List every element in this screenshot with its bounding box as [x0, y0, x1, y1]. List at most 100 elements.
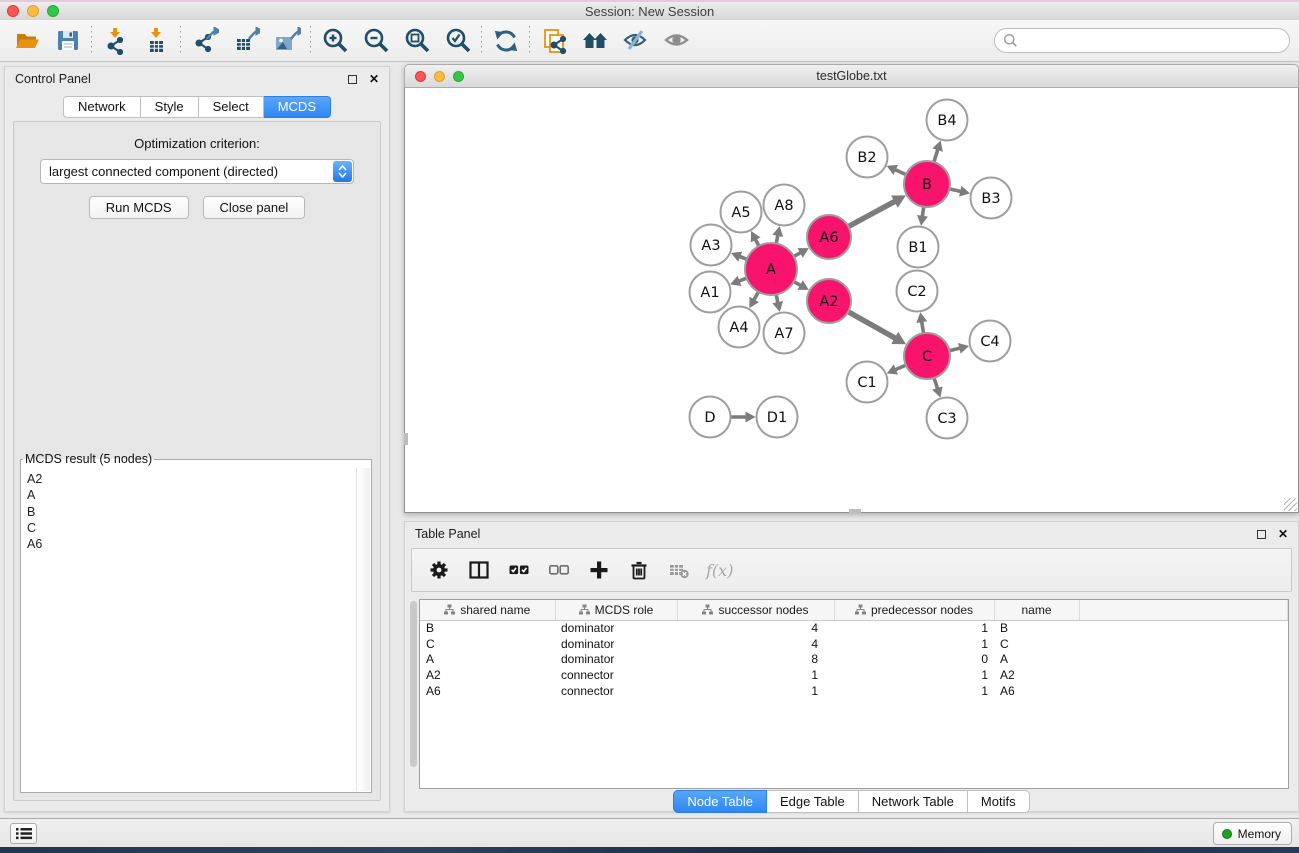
graph-node-C2[interactable]: C2 — [897, 271, 938, 312]
canvas-hscroll-nub[interactable] — [849, 509, 861, 513]
mcds-result-item[interactable]: C — [27, 520, 356, 536]
gear-button[interactable] — [426, 557, 452, 583]
close-panel-button[interactable]: Close panel — [203, 196, 306, 219]
graph-edge-C-C2[interactable] — [916, 312, 927, 335]
table-row[interactable]: A2connector11A2 — [420, 667, 1288, 683]
result-scrollbar[interactable] — [356, 468, 370, 791]
graph-node-A[interactable]: A — [745, 243, 797, 295]
graph-node-C1[interactable]: C1 — [847, 362, 888, 403]
table-scrollbar[interactable] — [409, 599, 418, 791]
hide-panels-button[interactable] — [615, 23, 656, 59]
export-image-button[interactable] — [266, 23, 307, 59]
criterion-select[interactable]: largest connected component (directed) — [40, 159, 354, 184]
table-row[interactable]: Cdominator41C — [420, 636, 1288, 652]
graph-node-A7[interactable]: A7 — [764, 313, 805, 354]
float-table-panel-icon[interactable] — [1257, 530, 1266, 539]
open-file-button[interactable] — [6, 23, 47, 59]
refresh-view-button[interactable] — [485, 23, 526, 59]
graph-node-C[interactable]: C — [904, 333, 950, 379]
show-eye-button[interactable] — [656, 23, 697, 59]
network-graph[interactable]: B4 B2 B B3 A5A8A6 A3 A B1 A1 C2 A2 A4A7 C C4 C1 C3 D D1 — [405, 88, 1298, 511]
add-column-button[interactable] — [586, 557, 612, 583]
graph-node-D[interactable]: D — [690, 397, 731, 438]
graph-node-A5[interactable]: A5 — [721, 192, 762, 233]
tab-style[interactable]: Style — [141, 96, 199, 118]
graph-node-A1[interactable]: A1 — [690, 272, 731, 313]
function-builder-button[interactable]: f(x) — [706, 561, 733, 580]
table-row[interactable]: Bdominator41B — [420, 620, 1288, 636]
column-header[interactable]: name — [994, 600, 1079, 620]
graph-edge-C-C1[interactable] — [887, 364, 908, 374]
close-table-panel-icon[interactable]: ✕ — [1278, 528, 1288, 540]
graph-node-A3[interactable]: A3 — [691, 225, 732, 266]
canvas-vscroll-nub[interactable] — [404, 433, 408, 445]
graph-node-B1[interactable]: B1 — [898, 227, 939, 268]
graph-edge-B-B4[interactable] — [932, 141, 942, 164]
graph-edge-A6-B[interactable] — [847, 195, 906, 227]
run-mcds-button[interactable]: Run MCDS — [89, 196, 189, 219]
tab-edge-table[interactable]: Edge Table — [767, 790, 859, 813]
graph-node-A2[interactable]: A2 — [807, 279, 851, 323]
graph-node-B4[interactable]: B4 — [927, 100, 968, 141]
graph-edge-C-C3[interactable] — [932, 376, 942, 398]
table-row[interactable]: A6connector11A6 — [420, 683, 1288, 699]
column-header[interactable]: MCDS role — [555, 600, 677, 620]
delete-table-button[interactable] — [666, 557, 692, 583]
column-header[interactable]: successor nodes — [677, 600, 834, 620]
memory-button[interactable]: Memory — [1213, 822, 1292, 845]
column-header[interactable]: predecessor nodes — [834, 600, 994, 620]
network-title: testGlobe.txt — [405, 69, 1298, 83]
network-canvas[interactable]: B4 B2 B B3 A5A8A6 A3 A B1 A1 C2 A2 A4A7 C C4 C1 C3 D D1 — [404, 88, 1299, 513]
import-table-button[interactable] — [136, 23, 177, 59]
resize-grip[interactable] — [1284, 498, 1297, 511]
tab-mcds[interactable]: MCDS — [264, 96, 331, 118]
graph-node-B3[interactable]: B3 — [971, 178, 1012, 219]
tab-network[interactable]: Network — [63, 96, 141, 118]
graph-node-C3[interactable]: C3 — [927, 398, 968, 439]
tab-node-table[interactable]: Node Table — [673, 790, 767, 813]
graph-node-A4[interactable]: A4 — [719, 307, 760, 348]
export-network-button[interactable] — [184, 23, 225, 59]
columns-button[interactable] — [466, 557, 492, 583]
save-session-button[interactable] — [47, 23, 88, 59]
column-header[interactable]: shared name — [420, 600, 555, 620]
home-view-button[interactable] — [574, 23, 615, 59]
graph-edge-B-B2[interactable] — [887, 165, 908, 175]
zoom-selected-button[interactable] — [437, 23, 478, 59]
network-window-titlebar[interactable]: testGlobe.txt — [404, 64, 1299, 88]
search-input[interactable] — [994, 28, 1290, 53]
mcds-result-item[interactable]: A6 — [27, 536, 356, 552]
graph-node-C4[interactable]: C4 — [970, 321, 1011, 362]
graph-edge-A2-C[interactable] — [846, 311, 906, 344]
zoom-in-button[interactable] — [314, 23, 355, 59]
task-history-button[interactable] — [10, 823, 37, 844]
tab-motifs[interactable]: Motifs — [968, 790, 1030, 813]
graph-node-B[interactable]: B — [904, 161, 950, 207]
close-panel-icon[interactable]: ✕ — [369, 73, 379, 85]
graph-edge-B-B3[interactable] — [948, 186, 970, 197]
table-row[interactable]: Adominator80A — [420, 651, 1288, 667]
zoom-out-button[interactable] — [355, 23, 396, 59]
mcds-result-item[interactable]: B — [27, 504, 356, 520]
float-panel-icon[interactable] — [348, 75, 357, 84]
tab-select[interactable]: Select — [199, 96, 264, 118]
deselect-all-button[interactable] — [546, 557, 572, 583]
graph-node-A6[interactable]: A6 — [807, 215, 851, 259]
select-all-button[interactable] — [506, 557, 532, 583]
tab-network-table[interactable]: Network Table — [859, 790, 968, 813]
import-network-button[interactable] — [95, 23, 136, 59]
mcds-result-item[interactable]: A — [27, 487, 356, 503]
mcds-result-item[interactable]: A2 — [27, 471, 356, 487]
export-table-button[interactable] — [225, 23, 266, 59]
clone-network-button[interactable] — [533, 23, 574, 59]
graph-edge-D-D1[interactable] — [729, 412, 756, 423]
zoom-fit-button[interactable] — [396, 23, 437, 59]
delete-column-button[interactable] — [626, 557, 652, 583]
graph-node-D1[interactable]: D1 — [757, 397, 798, 438]
graph-edge-A-A4[interactable] — [749, 290, 759, 308]
deselect-all-icon — [549, 560, 569, 580]
toolbar-separator — [310, 26, 311, 56]
graph-node-A8[interactable]: A8 — [764, 185, 805, 226]
graph-edge-C-C4[interactable] — [947, 343, 969, 354]
graph-node-B2[interactable]: B2 — [847, 137, 888, 178]
